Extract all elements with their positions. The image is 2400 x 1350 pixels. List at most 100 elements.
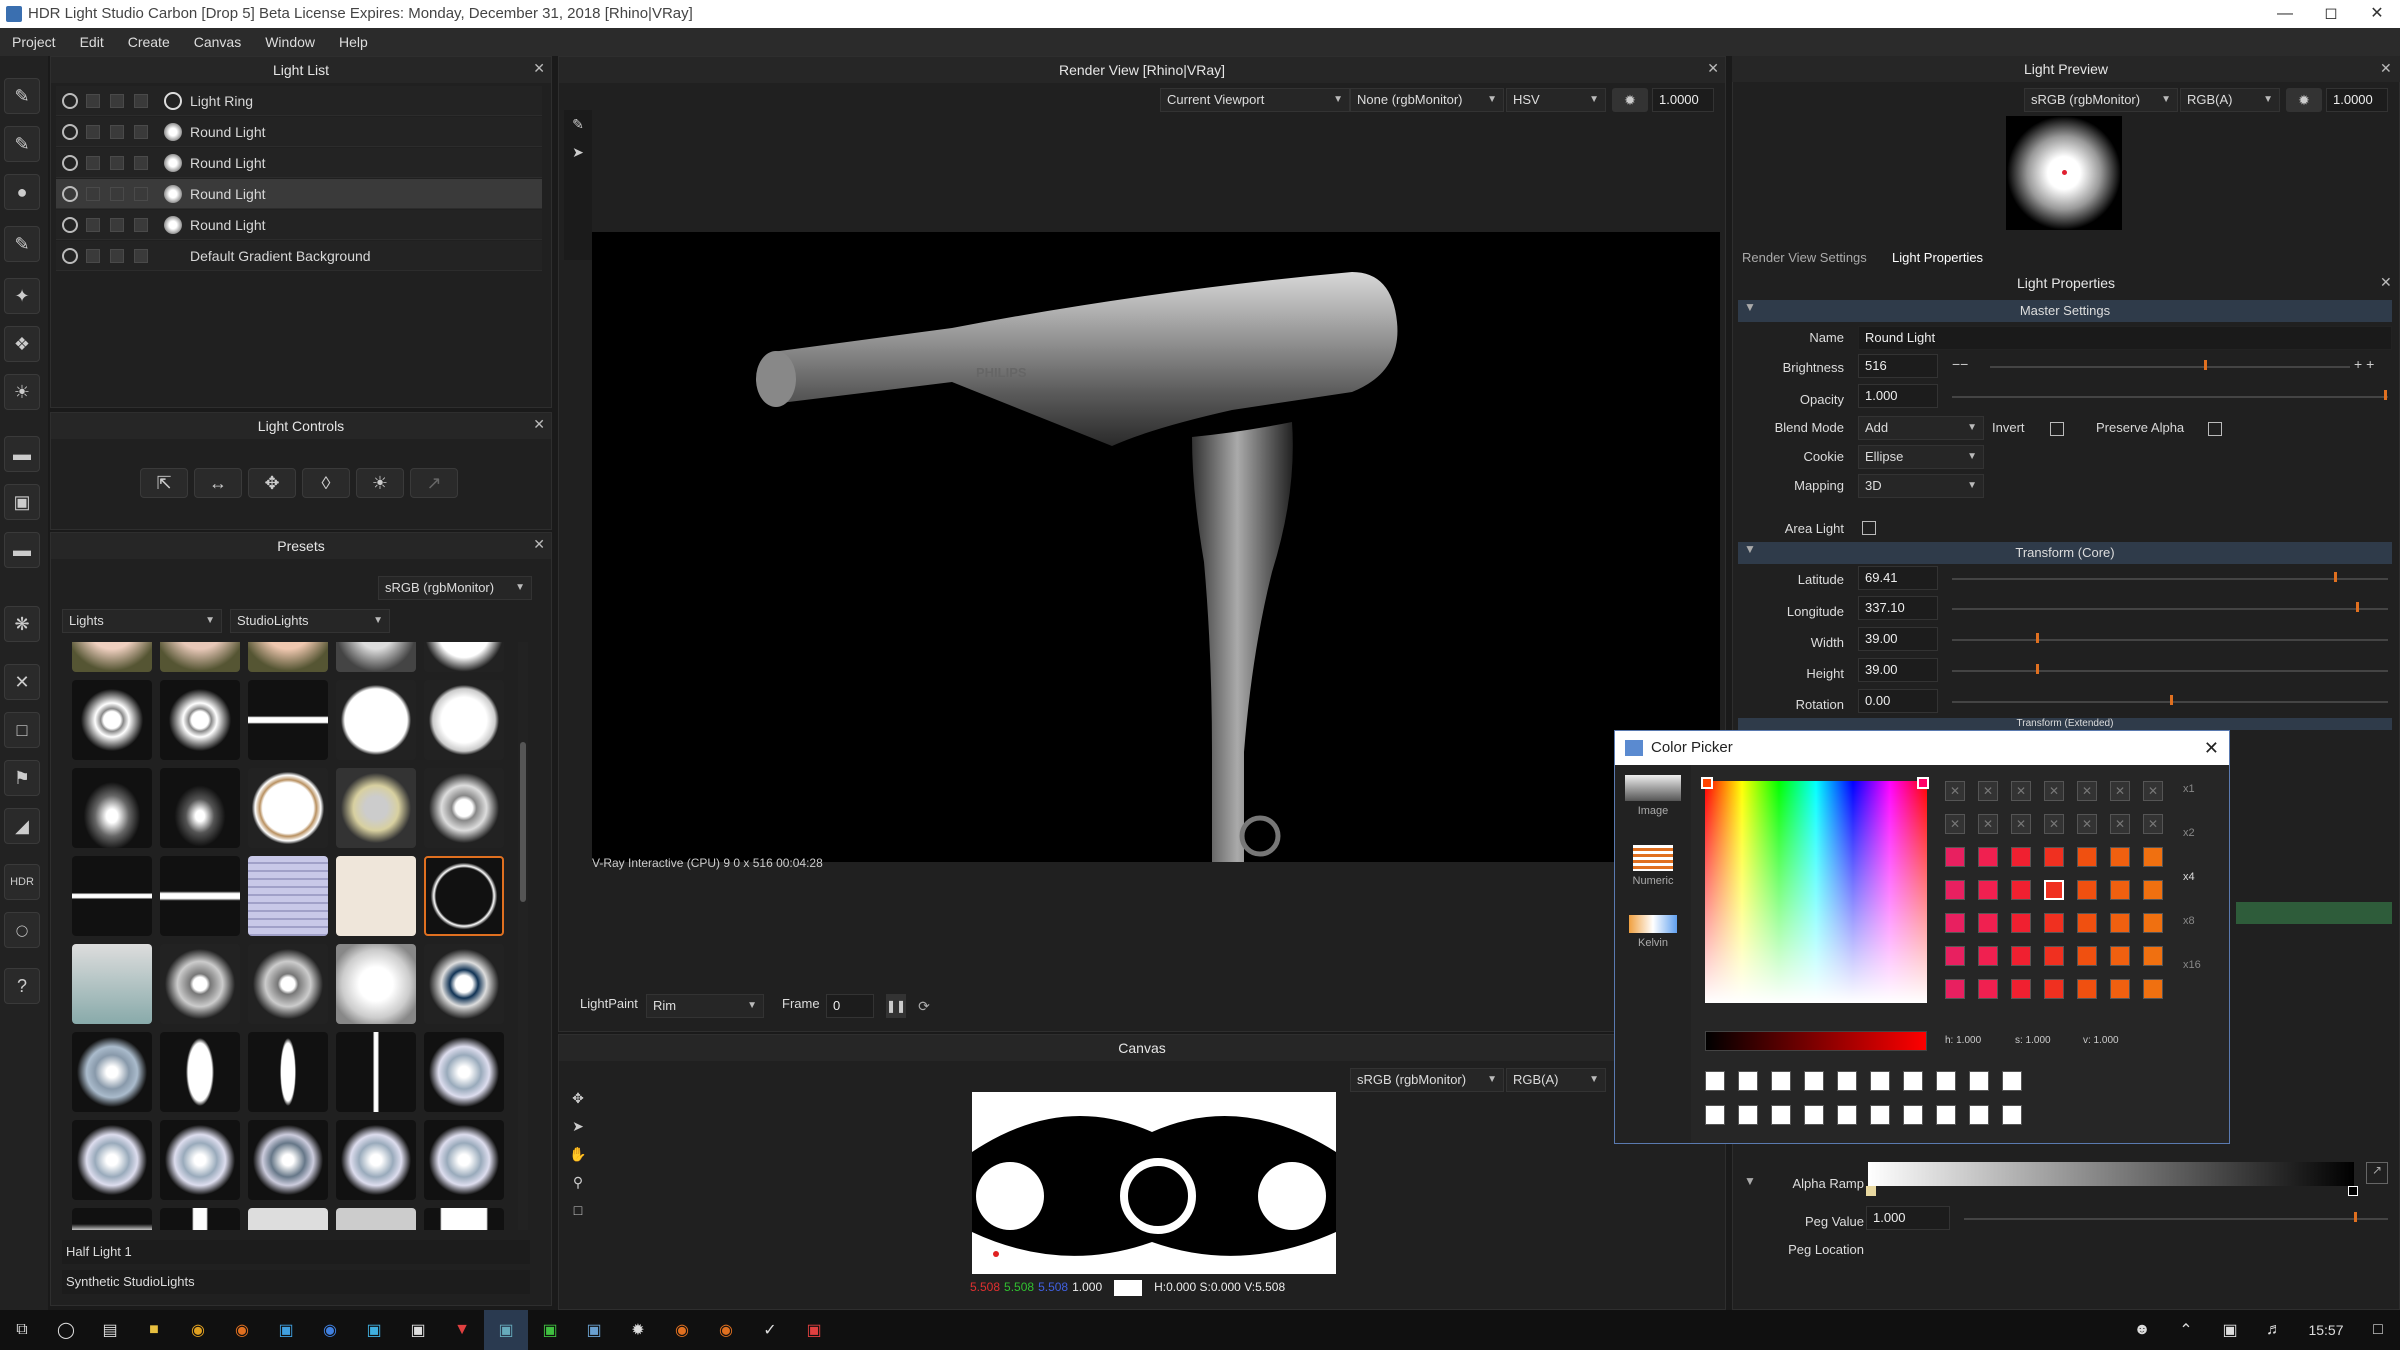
transform-extended-header[interactable]: Transform (Extended) [1738, 718, 2392, 730]
light-list-item[interactable]: Round Light [56, 117, 542, 147]
alpha-ramp-stop-start[interactable] [1866, 1186, 1876, 1196]
longitude-field[interactable]: 337.10 [1858, 596, 1938, 620]
color-swatch[interactable] [2011, 946, 2031, 966]
opacity-field[interactable]: 1.000 [1858, 384, 1938, 408]
volume-icon[interactable]: ♬ [2252, 1310, 2296, 1350]
peg-value-field[interactable]: 1.000 [1866, 1206, 1950, 1230]
color-cursor[interactable] [1701, 777, 1713, 789]
empty-swatch[interactable]: ✕ [2143, 814, 2163, 834]
curve-icon[interactable]: ↗ [2366, 1162, 2388, 1184]
app-icon[interactable]: ▣ [264, 1310, 308, 1350]
delete-icon[interactable]: ✕ [4, 664, 40, 700]
preset-thumb[interactable] [248, 856, 328, 936]
zoom-icon[interactable]: ⚲ [564, 1174, 592, 1202]
people-icon[interactable]: ☻ [2120, 1310, 2164, 1350]
rotate-control-icon[interactable]: ◊ [302, 468, 350, 498]
preset-thumb[interactable] [336, 1208, 416, 1230]
color-swatch[interactable] [2011, 913, 2031, 933]
recent-swatch[interactable] [1804, 1071, 1824, 1091]
minus-icon[interactable]: −− [1952, 356, 1968, 372]
color-swatch[interactable] [2077, 913, 2097, 933]
presets-collection-select[interactable]: StudioLights ▼ [230, 609, 390, 633]
opacity-handle[interactable] [2384, 390, 2387, 400]
color-cursor[interactable] [1917, 777, 1929, 789]
close-icon[interactable]: ✕ [2380, 274, 2392, 291]
preset-thumb[interactable] [424, 642, 504, 672]
preset-thumb[interactable] [336, 1120, 416, 1200]
visibility-icon[interactable] [62, 92, 78, 109]
close-window-button[interactable]: ✕ [2354, 0, 2400, 28]
invert-checkbox[interactable] [2050, 422, 2064, 436]
light-list-item[interactable]: Round Light [56, 210, 542, 240]
preset-thumb[interactable] [72, 944, 152, 1024]
color-swatch[interactable] [2044, 847, 2064, 867]
color-swatch[interactable] [2011, 847, 2031, 867]
preset-thumb[interactable] [424, 1032, 504, 1112]
preset-thumb[interactable] [336, 768, 416, 848]
recent-swatch[interactable] [1903, 1071, 1923, 1091]
width-slider[interactable] [1952, 639, 2388, 641]
recent-swatch[interactable] [1969, 1071, 1989, 1091]
recent-swatch[interactable] [2002, 1105, 2022, 1125]
empty-swatch[interactable]: ✕ [2011, 781, 2031, 801]
lut-select[interactable]: None (rgbMonitor) ▼ [1350, 88, 1504, 112]
preset-thumb[interactable] [336, 680, 416, 760]
frame-icon[interactable]: □ [4, 712, 40, 748]
close-icon[interactable]: ✕ [533, 536, 545, 553]
app-icon[interactable]: ▣ [792, 1310, 836, 1350]
preset-thumb[interactable] [160, 1120, 240, 1200]
tray-chevron-icon[interactable]: ⌃ [2164, 1310, 2208, 1350]
blend-mode-select[interactable]: Add ▼ [1858, 416, 1984, 440]
visibility-icon[interactable] [62, 123, 78, 140]
visibility-icon[interactable] [62, 247, 78, 264]
wand-tool-icon[interactable]: ❖ [4, 326, 40, 362]
recent-swatch[interactable] [1771, 1071, 1791, 1091]
recent-swatch[interactable] [1936, 1071, 1956, 1091]
preset-thumb[interactable] [336, 856, 416, 936]
preset-thumb[interactable] [336, 1032, 416, 1112]
grid-lights-icon[interactable]: ✦ [4, 278, 40, 314]
color-swatch[interactable] [2110, 847, 2130, 867]
menu-create[interactable]: Create [116, 34, 182, 50]
longitude-slider[interactable] [1952, 608, 2388, 610]
recent-swatch[interactable] [1969, 1105, 1989, 1125]
empty-swatch[interactable]: ✕ [1945, 814, 1965, 834]
height-handle[interactable] [2036, 664, 2039, 674]
preset-name-field[interactable]: Half Light 1 [62, 1240, 530, 1264]
visibility-icon[interactable] [62, 154, 78, 171]
recent-swatch[interactable] [1738, 1105, 1758, 1125]
alpha-ramp-stop-end[interactable] [2348, 1186, 2358, 1196]
preview-colorspace-select[interactable]: sRGB (rgbMonitor) ▼ [2024, 88, 2178, 112]
preset-thumb[interactable] [160, 680, 240, 760]
plus-icon[interactable]: + + [2354, 356, 2374, 372]
recent-swatch[interactable] [1705, 1105, 1725, 1125]
atom-icon[interactable]: ❋ [4, 606, 40, 642]
empty-swatch[interactable]: ✕ [2011, 814, 2031, 834]
app-icon[interactable]: ◉ [660, 1310, 704, 1350]
preserve-alpha-checkbox[interactable] [2208, 422, 2222, 436]
color-swatch[interactable] [1978, 880, 1998, 900]
color-swatch[interactable] [2077, 979, 2097, 999]
preset-thumb[interactable] [248, 768, 328, 848]
height-field[interactable]: 39.00 [1858, 658, 1938, 682]
chrome-icon[interactable]: ◉ [176, 1310, 220, 1350]
color-swatch[interactable] [2044, 913, 2064, 933]
color-swatch[interactable] [2044, 946, 2064, 966]
zoom-x4[interactable]: x4 [2183, 871, 2219, 915]
zoom-x16[interactable]: x16 [2183, 959, 2219, 1003]
preset-thumb[interactable] [72, 1208, 152, 1230]
preset-thumb[interactable] [72, 1032, 152, 1112]
preset-thumb[interactable] [424, 1120, 504, 1200]
menu-canvas[interactable]: Canvas [182, 34, 253, 50]
color-picker-titlebar[interactable]: Color Picker ✕ [1615, 731, 2229, 765]
recent-swatch[interactable] [1837, 1071, 1857, 1091]
menu-edit[interactable]: Edit [68, 34, 116, 50]
scale-control-icon[interactable]: ⇱ [140, 468, 188, 498]
preset-thumb[interactable] [248, 1208, 328, 1230]
paint-tool-icon[interactable]: ✎ [4, 126, 40, 162]
peg-value-handle[interactable] [2354, 1212, 2357, 1222]
move-icon[interactable]: ✥ [564, 1090, 592, 1118]
preset-thumb[interactable] [336, 944, 416, 1024]
value-slider[interactable] [1705, 1031, 1927, 1051]
visibility-icon[interactable] [62, 185, 78, 202]
